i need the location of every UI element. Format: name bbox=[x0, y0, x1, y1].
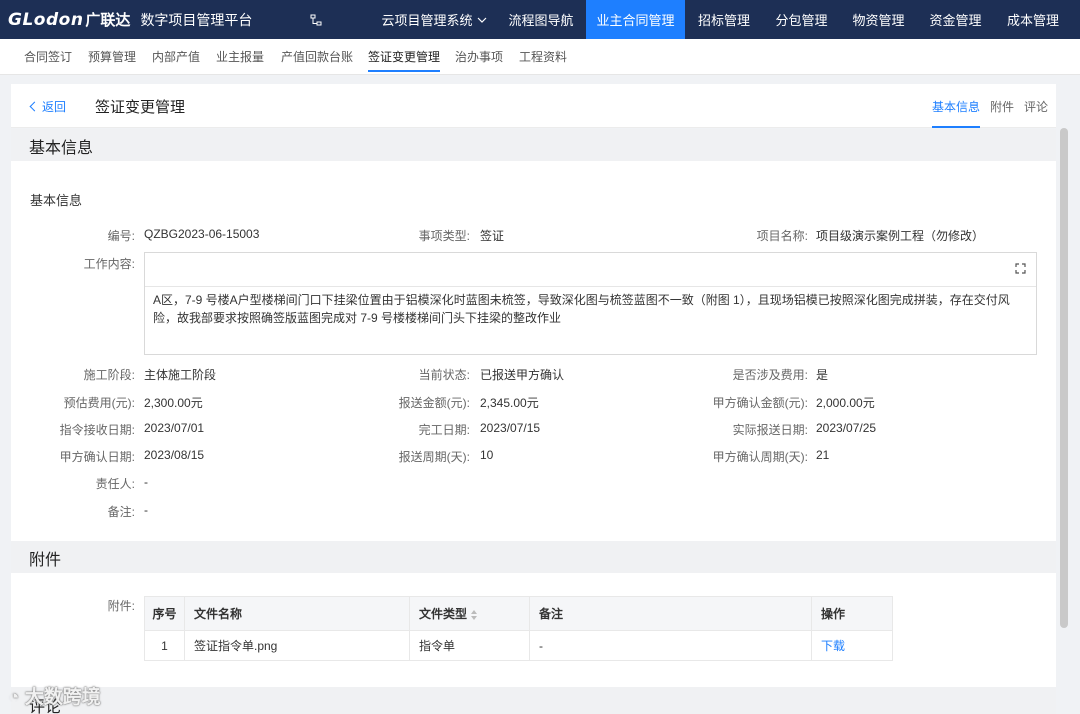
row-file-type: 指令单 bbox=[409, 630, 530, 661]
col-file-type-label: 文件类型 bbox=[419, 607, 468, 621]
project-label: 项目名称: bbox=[756, 229, 808, 243]
project-value: 项目级演示案例工程（勿修改） bbox=[816, 229, 985, 243]
stage-label: 施工阶段: bbox=[83, 368, 135, 382]
confirm-date-value: 2023/08/15 bbox=[144, 448, 205, 462]
page-scrollbar[interactable] bbox=[1060, 128, 1068, 628]
report-date-label: 实际报送日期: bbox=[732, 423, 808, 437]
report-days-value: 10 bbox=[480, 448, 494, 462]
estimate-label: 预估费用(元): bbox=[63, 396, 135, 410]
subnav-budget[interactable]: 预算管理 bbox=[88, 39, 136, 75]
content-label: 工作内容: bbox=[83, 257, 135, 271]
row-action-cell: 下载 bbox=[811, 630, 893, 661]
watermark-logo-icon: ◔ bbox=[8, 687, 20, 708]
content-divider bbox=[145, 286, 1036, 287]
section-basic-info: 基本信息 bbox=[11, 129, 1056, 161]
confirm-amount-value: 2,000.00元 bbox=[816, 396, 875, 410]
subnav-visa-change[interactable]: 签证变更管理 bbox=[368, 39, 441, 75]
status-value: 已报送甲方确认 bbox=[480, 368, 565, 382]
report-amount-value: 2,345.00元 bbox=[480, 396, 539, 410]
type-value: 签证 bbox=[480, 229, 505, 243]
receive-date-label: 指令接收日期: bbox=[59, 423, 135, 437]
col-file-name: 文件名称 bbox=[184, 596, 410, 631]
owner-value: - bbox=[144, 475, 148, 489]
table-header-row: 序号 文件名称 文件类型 备注 操作 bbox=[144, 596, 893, 631]
system-switch-menu[interactable]: 云项目管理系统 bbox=[372, 0, 496, 39]
chevron-left-icon bbox=[29, 101, 40, 112]
receive-date-value: 2023/07/01 bbox=[144, 421, 205, 435]
expand-icon[interactable] bbox=[1015, 263, 1026, 274]
top-nav-bar: GLodon 广联达 数字项目管理平台 云项目管理系统 流程图导航 业主合同管理… bbox=[0, 0, 1080, 39]
stage-value: 主体施工阶段 bbox=[144, 368, 217, 382]
section-comments: 评论 bbox=[11, 687, 1056, 714]
subnav-internal-output[interactable]: 内部产值 bbox=[152, 39, 200, 75]
cost-involved-label: 是否涉及费用: bbox=[732, 368, 808, 382]
page-title: 签证变更管理 bbox=[95, 99, 186, 116]
sort-icon[interactable] bbox=[471, 609, 478, 620]
row-remark: - bbox=[529, 630, 812, 661]
nav-flow-navigation[interactable]: 流程图导航 bbox=[496, 0, 586, 39]
nav-bidding[interactable]: 招标管理 bbox=[685, 0, 763, 39]
back-label: 返回 bbox=[42, 100, 67, 114]
col-action: 操作 bbox=[811, 596, 893, 631]
glodon-logo-cn: 广联达 bbox=[85, 12, 131, 29]
report-days-label: 报送周期(天): bbox=[398, 450, 470, 464]
tab-basic-info[interactable]: 基本信息 bbox=[932, 98, 981, 128]
network-icon[interactable] bbox=[310, 14, 322, 26]
subnav-output-ledger[interactable]: 产值回款台账 bbox=[281, 39, 353, 75]
download-link[interactable]: 下载 bbox=[821, 639, 845, 653]
attachments-table: 序号 文件名称 文件类型 备注 操作 1 签证指令单.png 指令单 - 下载 bbox=[144, 596, 893, 661]
nav-materials[interactable]: 物资管理 bbox=[840, 0, 917, 39]
report-amount-label: 报送金额(元): bbox=[398, 396, 470, 410]
row-index: 1 bbox=[144, 630, 185, 661]
tab-comments[interactable]: 评论 bbox=[1024, 98, 1048, 115]
confirm-days-label: 甲方确认周期(天): bbox=[712, 450, 808, 464]
col-index: 序号 bbox=[144, 596, 185, 631]
chevron-down-icon bbox=[477, 12, 487, 27]
section-basic-title: 基本信息 bbox=[29, 140, 94, 157]
sub-nav-bar: 合同签订 预算管理 内部产值 业主报量 产值回款台账 签证变更管理 治办事项 工… bbox=[0, 39, 1080, 75]
attachments-label: 附件: bbox=[107, 599, 135, 613]
code-label: 编号: bbox=[107, 229, 135, 243]
nav-funds[interactable]: 资金管理 bbox=[917, 0, 994, 39]
subnav-pending-items[interactable]: 治办事项 bbox=[455, 39, 503, 75]
status-label: 当前状态: bbox=[418, 368, 470, 382]
nav-cost[interactable]: 成本管理 bbox=[994, 0, 1072, 39]
subnav-owner-report[interactable]: 业主报量 bbox=[216, 39, 264, 75]
cost-involved-value: 是 bbox=[816, 368, 829, 382]
page-header: 返回 签证变更管理 基本信息 附件 评论 bbox=[11, 84, 1056, 128]
col-file-type[interactable]: 文件类型 bbox=[409, 596, 530, 631]
tab-attachments[interactable]: 附件 bbox=[990, 98, 1014, 115]
col-remark: 备注 bbox=[529, 596, 812, 631]
confirm-days-value: 21 bbox=[816, 448, 830, 462]
system-switch-label: 云项目管理系统 bbox=[381, 13, 473, 28]
subnav-engineering-docs[interactable]: 工程资料 bbox=[519, 39, 567, 75]
glodon-logo: GLodon bbox=[8, 9, 84, 30]
section-attachments: 附件 bbox=[11, 541, 1056, 573]
owner-label: 责任人: bbox=[95, 477, 135, 491]
nav-subcontract[interactable]: 分包管理 bbox=[763, 0, 840, 39]
section-attach-title: 附件 bbox=[29, 552, 62, 569]
remark-value: - bbox=[144, 503, 148, 517]
finish-date-value: 2023/07/15 bbox=[480, 421, 541, 435]
code-value: QZBG2023-06-15003 bbox=[144, 227, 260, 241]
report-date-value: 2023/07/25 bbox=[816, 421, 877, 435]
nav-owner-contract[interactable]: 业主合同管理 bbox=[586, 0, 685, 39]
back-button[interactable]: 返回 bbox=[29, 98, 67, 115]
table-row: 1 签证指令单.png 指令单 - 下载 bbox=[144, 630, 893, 661]
brand[interactable]: GLodon 广联达 数字项目管理平台 bbox=[0, 0, 322, 39]
remark-label: 备注: bbox=[107, 505, 135, 519]
platform-title: 数字项目管理平台 bbox=[140, 11, 253, 28]
finish-date-label: 完工日期: bbox=[418, 423, 470, 437]
watermark-text: 大数跨境 bbox=[24, 687, 101, 708]
type-label: 事项类型: bbox=[418, 229, 470, 243]
estimate-value: 2,300.00元 bbox=[144, 396, 203, 410]
work-content-text: A区，7-9 号楼A户型楼梯间门口下挂梁位置由于铝模深化时蓝图未梳签，导致深化图… bbox=[153, 293, 1010, 325]
watermark: ◔ 大数跨境 bbox=[8, 682, 101, 709]
basic-subtitle: 基本信息 bbox=[30, 193, 83, 208]
row-file-name: 签证指令单.png bbox=[184, 630, 410, 661]
work-content-box[interactable]: A区，7-9 号楼A户型楼梯间门口下挂梁位置由于铝模深化时蓝图未梳签，导致深化图… bbox=[144, 252, 1037, 355]
subnav-contract-sign[interactable]: 合同签订 bbox=[24, 39, 72, 75]
confirm-date-label: 甲方确认日期: bbox=[59, 450, 135, 464]
confirm-amount-label: 甲方确认金额(元): bbox=[712, 396, 808, 410]
